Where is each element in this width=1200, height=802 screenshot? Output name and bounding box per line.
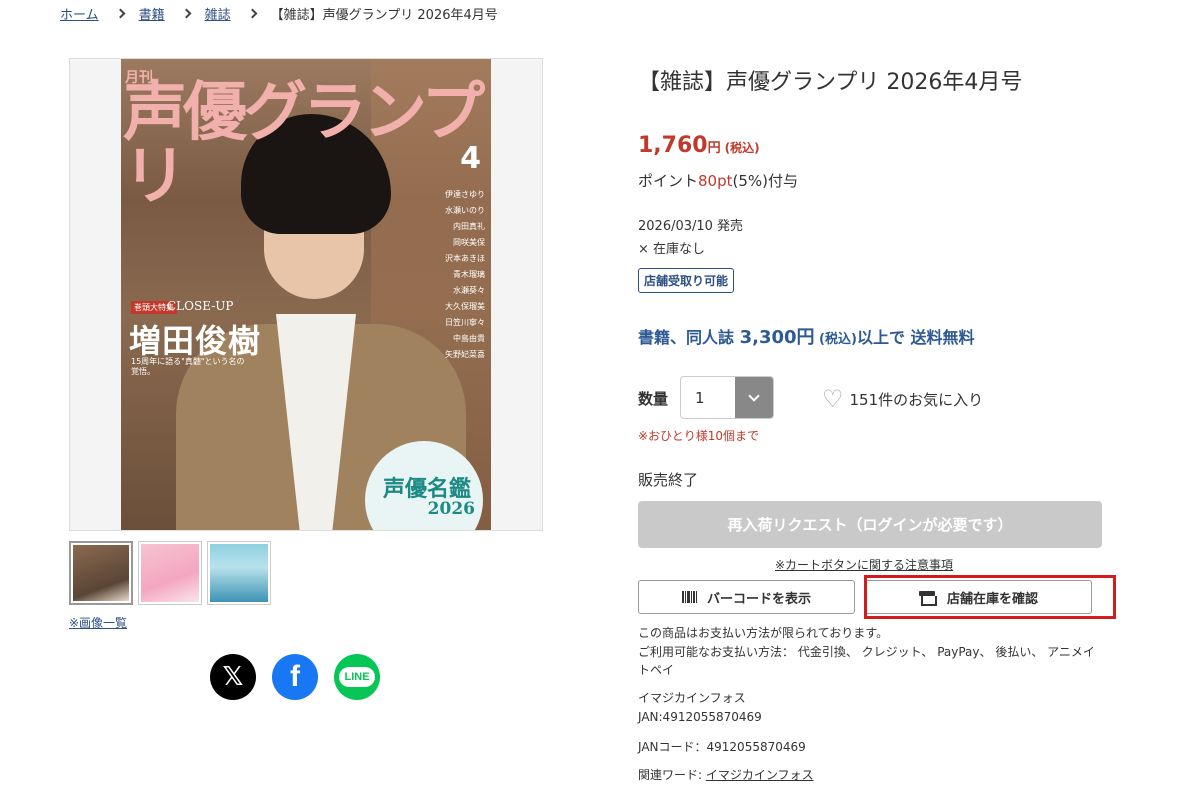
heart-icon: ♡ xyxy=(822,385,844,413)
facebook-share-icon[interactable]: f xyxy=(272,654,318,700)
thumbnail-2[interactable] xyxy=(138,541,202,605)
related-keywords: 関連ワード: イマジカインフォス xyxy=(638,766,814,783)
keywords-label: 関連ワード: xyxy=(638,768,706,782)
maker-jan: JAN:4912055870469 xyxy=(638,709,762,724)
favorite-count: 151件のお気に入り xyxy=(849,390,984,409)
thumbnail-3[interactable] xyxy=(207,541,271,605)
shipping-prefix: 書籍、同人誌 xyxy=(638,328,740,347)
product-main-image[interactable]: 月刊 声優グランプリ 4 伊達さゆり 水瀬いのり 内田真礼 岡咲美保 沢本あきほ… xyxy=(69,58,543,531)
cover-closeup: CLOSE-UP xyxy=(167,299,234,313)
payment-line-2: ご利用可能なお支払い方法： 代金引換、 クレジット、 PayPay、 後払い、 … xyxy=(638,644,1095,678)
maker-name: イマジカインフォス xyxy=(638,691,746,705)
payment-info: この商品はお支払い方法が限られております。 ご利用可能なお支払い方法： 代金引換… xyxy=(638,624,1098,680)
free-shipping-info: 書籍、同人誌 3,300円 (税込)以上で 送料無料 xyxy=(638,323,975,349)
keyword-link[interactable]: イマジカインフォス xyxy=(706,768,814,782)
store-pickup-badge: 店舗受取り可能 xyxy=(638,268,735,293)
payment-line-1: この商品はお支払い方法が限られております。 xyxy=(638,626,889,640)
magazine-cover: 月刊 声優グランプリ 4 伊達さゆり 水瀬いのり 内田真礼 岡咲美保 沢本あきほ… xyxy=(121,59,491,530)
chevron-right-icon xyxy=(247,8,258,18)
sold-out-label: 販売終了 xyxy=(638,471,699,489)
price-value: 1,760 xyxy=(638,133,708,158)
quantity-value: 1 xyxy=(695,388,705,407)
breadcrumb-magazine[interactable]: 雑誌 xyxy=(205,4,231,23)
line-share-icon[interactable]: LINE xyxy=(334,654,380,700)
chevron-right-icon xyxy=(115,8,126,18)
quantity-label: 数量 xyxy=(638,390,669,408)
shipping-suffix: 以上で 送料無料 xyxy=(856,328,975,347)
points-suffix: (5%)付与 xyxy=(732,172,799,190)
share-buttons: 𝕏 f LINE xyxy=(210,654,380,700)
cover-cast-item: 岡咲美保 xyxy=(453,238,485,247)
cover-feature-name: 増田俊樹 xyxy=(129,322,262,360)
restock-request-button[interactable]: 再入荷リクエスト（ログインが必要です） xyxy=(638,501,1102,548)
cover-feature-sub: 15周年に語る"真髄"という名の覚悟。 xyxy=(131,357,245,377)
thumbnail-image xyxy=(210,544,268,602)
barcode-button-label: バーコードを表示 xyxy=(706,590,811,606)
breadcrumb-home[interactable]: ホーム xyxy=(60,4,99,23)
price-tax: (税込) xyxy=(724,141,760,155)
stock-status: × 在庫なし xyxy=(638,242,706,257)
chevron-right-icon xyxy=(181,8,192,18)
cover-cast-item: 水瀬いのり xyxy=(445,206,485,215)
favorite-button[interactable]: ♡ 151件のお気に入り xyxy=(822,387,983,411)
thumbnail-1[interactable] xyxy=(69,541,133,605)
cover-cast-item: 内田真礼 xyxy=(453,222,485,231)
quantity-limit-note: ※おひとり様10個まで xyxy=(638,429,759,443)
price-unit: 円 xyxy=(707,141,721,156)
maker-info: イマジカインフォス JAN:4912055870469 xyxy=(638,689,762,726)
show-barcode-button[interactable]: バーコードを表示 xyxy=(638,580,855,614)
x-share-icon[interactable]: 𝕏 xyxy=(210,654,256,700)
cover-issue-number: 4 xyxy=(460,141,481,176)
points-value: 80pt xyxy=(698,172,733,190)
breadcrumb-current: 【雑誌】声優グランプリ 2026年4月号 xyxy=(270,7,498,23)
cover-cast-item: 水瀬葵々 xyxy=(453,286,485,295)
jan-code: JANコード：4912055870469 xyxy=(638,740,806,754)
cart-notice-link[interactable]: ※カートボタンに関する注意事項 xyxy=(775,556,953,573)
cover-cast-item: 沢本あきほ xyxy=(445,254,485,263)
cover-cast-item: 日笠川寧々 xyxy=(445,318,485,327)
thumbnail-image xyxy=(141,544,199,602)
cover-cast-item: 青木瑠璃 xyxy=(453,270,485,279)
line-label: LINE xyxy=(339,667,375,687)
quantity-select[interactable]: 1 xyxy=(680,376,774,419)
cover-cast-list: 伊達さゆり 水瀬いのり 内田真礼 岡咲美保 沢本あきほ 青木瑠璃 水瀬葵々 大久… xyxy=(421,189,485,360)
shipping-tax: (税込) xyxy=(814,332,857,347)
cover-cast-item: 矢野妃菜喜 xyxy=(445,350,485,359)
product-title: 【雑誌】声優グランプリ 2026年4月号 xyxy=(638,70,1023,95)
cover-cast-item: 伊達さゆり xyxy=(445,190,485,199)
cover-cast-item: 中島由貴 xyxy=(453,334,485,343)
barcode-icon xyxy=(681,591,697,603)
shipping-amount: 3,300円 xyxy=(739,327,815,348)
points-info: ポイント80pt(5%)付与 xyxy=(638,170,798,191)
chevron-down-icon[interactable] xyxy=(735,377,773,418)
breadcrumb-books[interactable]: 書籍 xyxy=(139,4,165,23)
image-list-link[interactable]: ※画像一覧 xyxy=(69,614,127,631)
thumbnail-image xyxy=(73,545,129,601)
cover-cast-item: 大久保瑠美 xyxy=(445,302,485,311)
thumbnail-strip xyxy=(69,541,271,605)
highlight-box xyxy=(864,575,1116,619)
breadcrumb: ホーム 書籍 雑誌 【雑誌】声優グランプリ 2026年4月号 xyxy=(60,3,498,23)
cover-circle-year: 2026 xyxy=(427,499,475,519)
points-prefix: ポイント xyxy=(638,172,699,190)
product-price: 1,760円 (税込) xyxy=(638,133,760,158)
release-date: 2026/03/10 発売 xyxy=(638,219,744,234)
